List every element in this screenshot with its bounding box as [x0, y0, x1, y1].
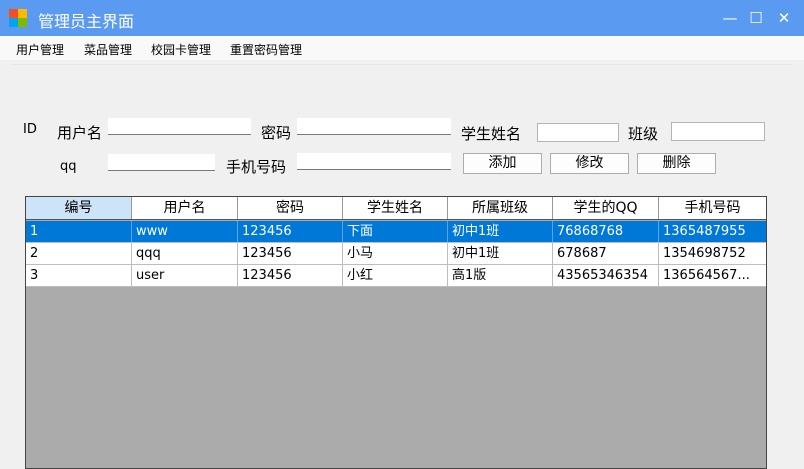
- cell-student-name[interactable]: 小马: [343, 243, 448, 264]
- qq-input[interactable]: [108, 154, 215, 171]
- password-input[interactable]: [297, 118, 451, 135]
- cell-phone[interactable]: 1354698752: [659, 243, 766, 264]
- app-icon: [9, 9, 27, 27]
- grid-header: 编号 用户名 密码 学生姓名 所属班级 学生的QQ 手机号码: [26, 197, 766, 220]
- table-row[interactable]: 2 qqq 123456 小马 初中1班 678687 1354698752: [26, 243, 766, 265]
- cell-class[interactable]: 初中1班: [448, 221, 553, 242]
- phone-label: 手机号码: [226, 158, 287, 176]
- cell-phone[interactable]: 1365487955: [659, 221, 766, 242]
- cell-password[interactable]: 123456: [238, 243, 343, 264]
- student-name-input[interactable]: [537, 123, 619, 142]
- minimize-button[interactable]: —: [718, 6, 742, 30]
- table-row[interactable]: 1 www 123456 下面 初中1班 76868768 1365487955: [26, 221, 766, 243]
- window-title: 管理员主界面: [38, 12, 135, 31]
- username-input[interactable]: [108, 118, 251, 135]
- cell-student-name[interactable]: 小红: [343, 265, 448, 286]
- column-header-qq[interactable]: 学生的QQ: [553, 197, 659, 219]
- delete-button[interactable]: 删除: [637, 153, 716, 174]
- cell-class[interactable]: 初中1班: [448, 243, 553, 264]
- student-name-label: 学生姓名: [461, 125, 522, 143]
- menu-reset-password-management[interactable]: 重置密码管理: [230, 41, 302, 58]
- cell-qq[interactable]: 678687: [553, 243, 659, 264]
- username-label: 用户名: [57, 124, 103, 142]
- column-header-password[interactable]: 密码: [238, 197, 343, 219]
- cell-password[interactable]: 123456: [238, 221, 343, 242]
- qq-label: qq: [60, 159, 77, 174]
- password-label: 密码: [261, 124, 292, 142]
- user-data-grid[interactable]: 编号 用户名 密码 学生姓名 所属班级 学生的QQ 手机号码 1 www 123…: [25, 196, 767, 469]
- column-header-username[interactable]: 用户名: [132, 197, 238, 219]
- column-header-student-name[interactable]: 学生姓名: [343, 197, 448, 219]
- cell-password[interactable]: 123456: [238, 265, 343, 286]
- menu-user-management[interactable]: 用户管理: [16, 41, 64, 58]
- cell-qq[interactable]: 43565346354: [553, 265, 659, 286]
- maximize-button[interactable]: ☐: [744, 6, 768, 30]
- id-label: ID: [23, 122, 37, 137]
- add-button[interactable]: 添加: [463, 153, 542, 174]
- cell-student-name[interactable]: 下面: [343, 221, 448, 242]
- cell-username[interactable]: www: [132, 221, 238, 242]
- cell-username[interactable]: user: [132, 265, 238, 286]
- menu-campus-card-management[interactable]: 校园卡管理: [151, 41, 211, 58]
- class-input[interactable]: [671, 122, 765, 141]
- phone-input[interactable]: [297, 153, 451, 170]
- cell-username[interactable]: qqq: [132, 243, 238, 264]
- title-bar: 管理员主界面 — ☐ ✕: [0, 0, 804, 36]
- cell-qq[interactable]: 76868768: [553, 221, 659, 242]
- cell-class[interactable]: 高1版: [448, 265, 553, 286]
- cell-number[interactable]: 3: [26, 265, 132, 286]
- cell-number[interactable]: 1: [26, 221, 132, 242]
- content-divider: [12, 64, 792, 65]
- cell-phone[interactable]: 136564567...: [659, 265, 766, 286]
- cell-number[interactable]: 2: [26, 243, 132, 264]
- column-header-class[interactable]: 所属班级: [448, 197, 553, 219]
- menu-dish-management[interactable]: 菜品管理: [84, 41, 132, 58]
- main-window: 管理员主界面 — ☐ ✕ 用户管理 菜品管理 校园卡管理 重置密码管理 ID 用…: [0, 0, 804, 469]
- close-button[interactable]: ✕: [772, 6, 796, 30]
- table-row[interactable]: 3 user 123456 小红 高1版 43565346354 1365645…: [26, 265, 766, 287]
- column-header-phone[interactable]: 手机号码: [659, 197, 766, 219]
- class-label: 班级: [628, 125, 659, 143]
- column-header-number[interactable]: 编号: [26, 197, 132, 219]
- edit-button[interactable]: 修改: [550, 153, 629, 174]
